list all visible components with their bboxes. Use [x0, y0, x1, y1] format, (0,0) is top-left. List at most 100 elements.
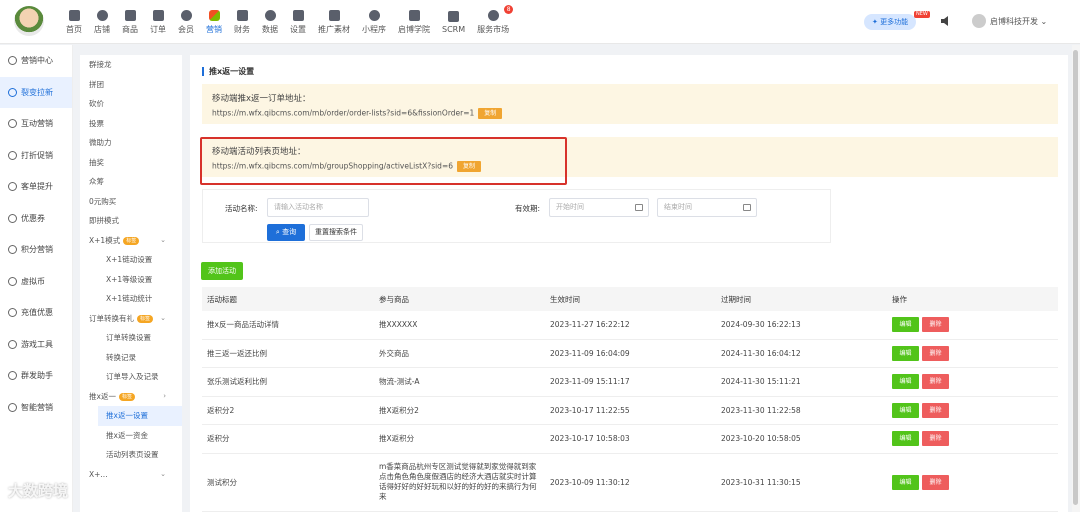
- nav-icon: [368, 9, 380, 21]
- start-time: 2023-11-27 16:22:12: [550, 320, 630, 330]
- delete-button[interactable]: 删除: [922, 431, 949, 447]
- end-time-placeholder: 结束时间: [664, 203, 692, 211]
- validity-label: 有效期:: [515, 204, 541, 213]
- sidebar-item[interactable]: 互动营销: [0, 108, 72, 140]
- sidebar-item[interactable]: 裂变拉新: [0, 76, 72, 108]
- goods: 推X返积分2: [379, 405, 419, 415]
- avatar[interactable]: [972, 14, 986, 28]
- sidebar-item[interactable]: 积分营销: [0, 234, 72, 266]
- copy-order-url-button[interactable]: 复制: [478, 108, 503, 119]
- nav-item-label: 商品: [122, 24, 138, 34]
- nav-item[interactable]: 服务市场 8: [471, 0, 515, 44]
- nav-item[interactable]: 推广素材: [312, 0, 356, 44]
- chevron-down-icon: ⌄: [160, 469, 166, 478]
- start-time: 2023-11-09 16:04:09: [550, 348, 630, 358]
- nav-item[interactable]: 营销: [200, 0, 228, 44]
- sidebar-item-more[interactable]: X+... ⌄: [80, 465, 182, 485]
- row-actions: 编辑 删除: [887, 317, 1058, 333]
- nav-icon: [124, 9, 136, 21]
- sidebar2-subitem[interactable]: 订单导入及记录: [80, 367, 182, 387]
- edit-button[interactable]: 编辑: [892, 317, 919, 333]
- scrollbar-thumb[interactable]: [1073, 50, 1078, 505]
- end-time: 2023-10-31 11:30:15: [721, 477, 801, 487]
- sidebar2-item[interactable]: 投票: [80, 114, 182, 134]
- nav-item[interactable]: 小程序: [356, 0, 392, 44]
- sidebar-item[interactable]: 营销中心: [0, 45, 72, 77]
- sidebar-item[interactable]: 虚拟币: [0, 266, 72, 298]
- nav-item[interactable]: 订单: [144, 0, 172, 44]
- more-features-button[interactable]: ✦ 更多功能: [864, 14, 917, 30]
- sidebar-item-push-return[interactable]: 推x返一 标签 ›: [80, 387, 182, 407]
- reset-search-button[interactable]: 重置搜索条件: [309, 224, 363, 241]
- nav-icon: [208, 9, 220, 21]
- calendar-icon: [743, 204, 751, 211]
- sidebar-item[interactable]: 智能营销: [0, 392, 72, 424]
- edit-button[interactable]: 编辑: [892, 474, 919, 490]
- end-time-input[interactable]: 结束时间: [657, 198, 757, 217]
- push-return-label: 推x返一: [89, 391, 116, 401]
- delete-button[interactable]: 删除: [922, 345, 949, 361]
- sidebar-item[interactable]: 客单提升: [0, 171, 72, 203]
- nav-item[interactable]: 店铺: [88, 0, 116, 44]
- sidebar2-subitem[interactable]: 转换记录: [80, 348, 182, 368]
- sidebar-item-order-gift[interactable]: 订单转换有礼 标签 ⌄: [80, 309, 182, 329]
- sidebar2-item[interactable]: 砍价: [80, 94, 182, 114]
- edit-button[interactable]: 编辑: [892, 374, 919, 390]
- nav-item[interactable]: 启博学院: [392, 0, 436, 44]
- sidebar-item[interactable]: 游戏工具: [0, 329, 72, 361]
- end-time: 2023-10-20 10:58:05: [721, 434, 801, 444]
- delete-button[interactable]: 删除: [922, 374, 949, 390]
- delete-button[interactable]: 删除: [922, 317, 949, 333]
- sidebar2-subitem[interactable]: 推x返一资金: [80, 426, 182, 446]
- sidebar2-item[interactable]: 众筹: [80, 172, 182, 192]
- nav-item[interactable]: 设置: [284, 0, 312, 44]
- user-menu[interactable]: 启博科技开发 ⌄: [990, 16, 1047, 27]
- sidebar2-item[interactable]: 0元购买: [80, 192, 182, 212]
- sidebar2-item[interactable]: 即拼模式: [80, 211, 182, 231]
- nav-item[interactable]: SCRM: [436, 0, 471, 44]
- start-time: 2023-10-17 10:58:03: [550, 434, 630, 444]
- order-gift-label: 订单转换有礼: [89, 313, 134, 323]
- row-actions: 编辑 删除: [887, 474, 1058, 490]
- activity-name-input[interactable]: 请输入活动名称: [267, 198, 369, 217]
- nav-item[interactable]: 财务: [228, 0, 256, 44]
- column-header: 活动标题: [207, 294, 237, 304]
- table-row: 返积分 推X返积分 2023-10-17 10:58:03 2023-10-20 10…: [202, 425, 1058, 454]
- speaker-icon[interactable]: [940, 15, 952, 27]
- sidebar2-item[interactable]: 拼团: [80, 75, 182, 95]
- nav-item-label: 财务: [234, 24, 250, 34]
- sidebar2-subitem[interactable]: 订单转换设置: [80, 328, 182, 348]
- sidebar2-subitem[interactable]: X+1链动设置: [80, 250, 182, 270]
- brand-logo[interactable]: [14, 6, 44, 36]
- search-button[interactable]: ⌕ 查询: [267, 224, 305, 241]
- start-time-input[interactable]: 开始时间: [549, 198, 649, 217]
- nav-item[interactable]: 首页: [60, 0, 88, 44]
- sidebar-item-x1-mode[interactable]: X+1模式 标签 ⌄: [80, 231, 182, 251]
- sidebar2-item[interactable]: 抽奖: [80, 153, 182, 173]
- top-navbar: 首页 店铺 商品 订单 会员 营销 财务 数据 设置 推广素材 小程序 启博学院 SCRM 服务市场 8 ✦…: [0, 0, 1080, 44]
- edit-button[interactable]: 编辑: [892, 345, 919, 361]
- sidebar2-subitem[interactable]: X+1等级设置: [80, 270, 182, 290]
- sidebar2-item[interactable]: 群接龙: [80, 55, 182, 75]
- sidebar2-subitem[interactable]: X+1链动统计: [80, 289, 182, 309]
- chevron-down-icon: ⌄: [160, 313, 166, 322]
- activity-name-label: 活动名称:: [225, 204, 258, 213]
- new-badge: NEW: [914, 11, 930, 18]
- sidebar-item[interactable]: 充值优惠: [0, 297, 72, 329]
- delete-button[interactable]: 删除: [922, 402, 949, 418]
- edit-button[interactable]: 编辑: [892, 431, 919, 447]
- nav-item[interactable]: 数据: [256, 0, 284, 44]
- nav-icon: [264, 9, 276, 21]
- add-activity-button[interactable]: 添加活动: [201, 262, 243, 280]
- sidebar2-subitem[interactable]: 活动列表页设置: [80, 445, 182, 465]
- sidebar2-item[interactable]: 微助力: [80, 133, 182, 153]
- sidebar-item[interactable]: 打折促销: [0, 140, 72, 172]
- delete-button[interactable]: 删除: [922, 474, 949, 490]
- nav-item[interactable]: 商品: [116, 0, 144, 44]
- sidebar2-subitem[interactable]: 推x返一设置: [98, 406, 182, 426]
- edit-button[interactable]: 编辑: [892, 402, 919, 418]
- nav-item[interactable]: 会员: [172, 0, 200, 44]
- sidebar-icon: [8, 213, 17, 223]
- sidebar-item[interactable]: 优惠券: [0, 203, 72, 235]
- sidebar-item[interactable]: 群发助手: [0, 360, 72, 392]
